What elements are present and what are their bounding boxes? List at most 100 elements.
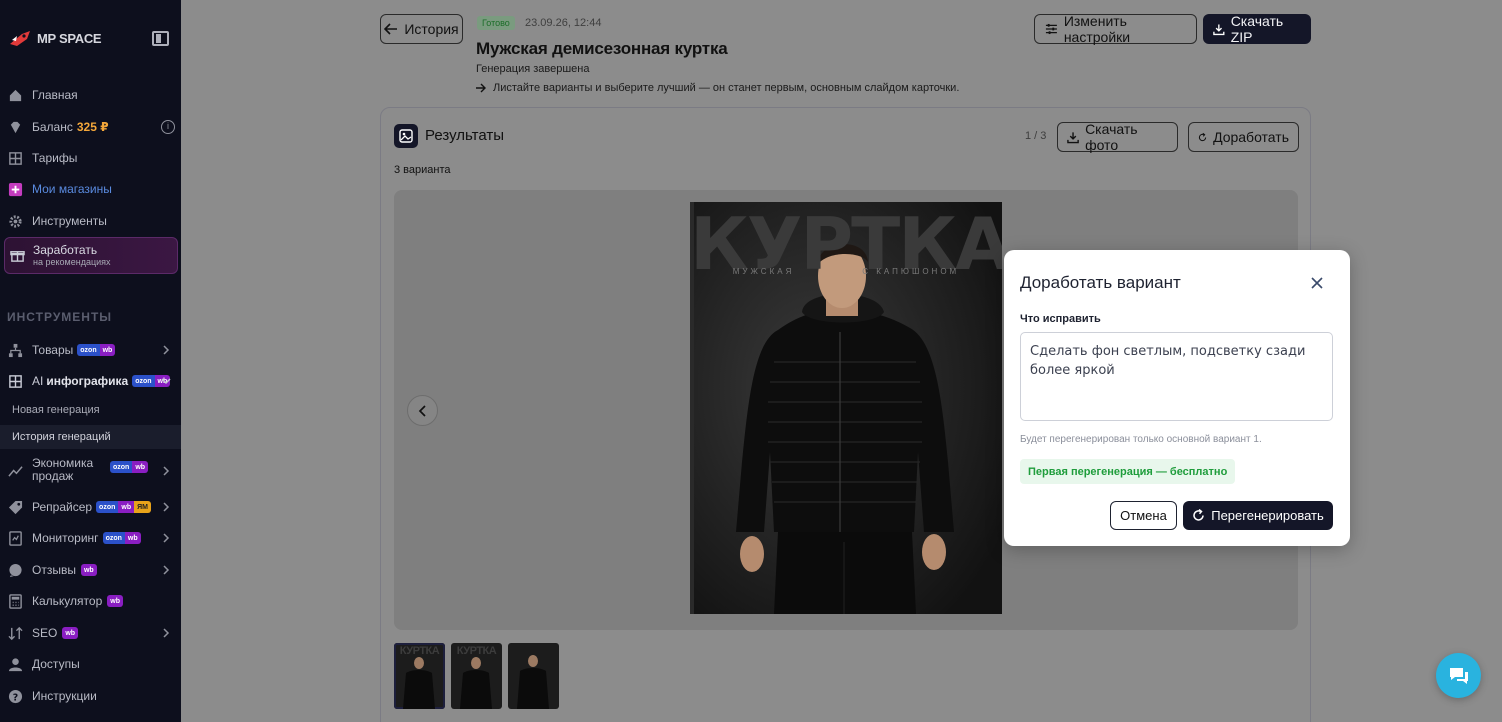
download-icon: [1067, 131, 1079, 143]
refresh-icon: [1193, 509, 1204, 521]
calculator-icon: [8, 593, 23, 609]
download-zip-button[interactable]: Скачать ZIP: [1203, 13, 1311, 45]
balance-value: 325 ₽: [76, 120, 109, 134]
hint-label: Листайте варианты и выберите лучший — он…: [493, 82, 960, 94]
thumbnail-strip: КУРТКА КУРТКА: [394, 643, 559, 709]
thumbnail-3[interactable]: [508, 643, 559, 709]
sidebar-item-goods[interactable]: Товары ozon wb: [0, 336, 181, 364]
sidebar: MP SPACE Главная Баланс 325 ₽ i Тарифы М…: [0, 0, 181, 722]
promo-earn-banner[interactable]: Заработать на рекомендациях: [4, 237, 178, 274]
chevron-right-icon: [163, 345, 170, 355]
home-icon: [8, 88, 23, 103]
change-settings-button[interactable]: Изменить настройки: [1034, 13, 1197, 45]
sidebar-item-home[interactable]: Главная: [0, 81, 181, 109]
chevron-right-icon: [163, 533, 170, 543]
arrow-right-icon: [476, 83, 486, 93]
promo-subtitle: на рекомендациях: [33, 256, 111, 267]
sidebar-item-economy[interactable]: Экономика продаж ozon wb: [0, 457, 181, 487]
regenerate-button[interactable]: Перегенерировать: [1183, 501, 1333, 530]
sidebar-item-label: Доступы: [32, 657, 80, 671]
rework-variant-modal: Доработать вариант Что исправить Сделать…: [1004, 250, 1350, 546]
gear-icon: [8, 214, 23, 229]
sidebar-item-label: Главная: [32, 88, 78, 102]
thumbnail-image: [517, 655, 549, 709]
sidebar-item-tools[interactable]: Инструменты: [0, 207, 181, 235]
promo-title: Заработать: [33, 242, 98, 257]
poster-subtitle: МУЖСКАЯ С КАПЮШОНОМ: [690, 267, 1002, 276]
poster-subtitle-right: С КАПЮШОНОМ: [862, 267, 960, 276]
free-regen-badge: Первая перегенерация — бесплатно: [1020, 459, 1236, 484]
sidebar-item-balance[interactable]: Баланс 325 ₽ i: [0, 113, 181, 141]
wb-badge: wb: [132, 461, 149, 473]
grid-icon: [8, 151, 23, 166]
ozon-badge: ozon: [110, 461, 133, 473]
rework-button[interactable]: Доработать: [1188, 122, 1299, 152]
ym-badge: ЯМ: [134, 501, 151, 513]
wb-badge: wb: [99, 344, 116, 356]
back-to-history-button[interactable]: История: [380, 14, 463, 44]
image-gallery-icon: [394, 124, 418, 148]
ozon-badge: ozon: [96, 501, 119, 513]
ai-prefix: AI: [32, 374, 44, 388]
timestamp: 23.09.26, 12:44: [525, 17, 602, 29]
what-to-fix-textarea[interactable]: Сделать фон светлым, подсветку сзади бол…: [1020, 332, 1333, 421]
collapse-sidebar-icon[interactable]: [152, 31, 169, 46]
download-photo-button[interactable]: Скачать фото: [1057, 121, 1178, 153]
grid-icon: [8, 374, 23, 389]
thumbnail-2[interactable]: КУРТКА: [451, 643, 502, 709]
close-icon[interactable]: [1309, 275, 1325, 291]
gift-icon: [10, 248, 25, 263]
logo[interactable]: MP SPACE: [8, 28, 102, 48]
chevron-down-icon: [161, 378, 171, 385]
info-icon[interactable]: i: [161, 120, 175, 134]
sidebar-item-repricer[interactable]: Репрайсер ozon wb ЯМ: [0, 493, 181, 521]
sidebar-item-label: Товары: [32, 343, 74, 357]
sidebar-item-access[interactable]: Доступы: [0, 650, 181, 678]
sidebar-item-label: Калькулятор: [32, 594, 103, 608]
regenerate-label: Перегенерировать: [1211, 508, 1324, 523]
sidebar-item-label: Мои магазины: [32, 182, 112, 196]
sidebar-item-tariffs[interactable]: Тарифы: [0, 144, 181, 172]
rework-label: Доработать: [1213, 129, 1289, 145]
chat-icon: [1449, 667, 1468, 684]
sidebar-item-seo[interactable]: SEO wb: [0, 619, 181, 647]
sidebar-subitem-new-generation[interactable]: Новая генерация: [0, 398, 181, 422]
sidebar-subitem-history[interactable]: История генераций: [0, 425, 181, 449]
sidebar-item-label: Экономика продаж: [32, 456, 94, 483]
sidebar-item-instructions[interactable]: ? Инструкции: [0, 682, 181, 710]
sidebar-item-label: Репрайсер: [32, 500, 93, 514]
diamond-icon: [8, 120, 23, 135]
chevron-right-icon: [163, 502, 170, 512]
thumbnail-1[interactable]: КУРТКА: [394, 643, 445, 709]
results-title: Результаты: [425, 127, 504, 144]
ozon-badge: ozon: [102, 532, 125, 544]
cancel-button[interactable]: Отмена: [1110, 501, 1177, 530]
chat-bubble-icon: [8, 563, 23, 578]
status-badge: Готово: [477, 16, 515, 30]
chevron-right-icon: [163, 565, 170, 575]
download-zip-label: Скачать ZIP: [1230, 13, 1284, 45]
sort-arrows-icon: [8, 626, 23, 641]
sidebar-item-label: инфографика: [46, 374, 129, 388]
support-chat-button[interactable]: [1436, 653, 1481, 698]
previous-slide-button[interactable]: [407, 395, 438, 426]
product-image: КУРТКА МУЖСКАЯ С КАПЮШОНОМ: [690, 202, 1002, 614]
sidebar-item-my-shops[interactable]: Мои магазины: [0, 175, 181, 203]
monitor-icon: [8, 530, 23, 546]
refresh-icon: [1198, 132, 1207, 141]
sidebar-item-reviews[interactable]: Отзывы wb: [0, 556, 181, 584]
sidebar-item-calculator[interactable]: Калькулятор wb: [0, 587, 181, 615]
back-button-label: История: [404, 21, 459, 37]
sidebar-item-ai-infographics[interactable]: AI инфографика ozon wb: [0, 367, 181, 395]
modal-title: Доработать вариант: [1020, 273, 1181, 292]
download-icon: [1213, 24, 1225, 35]
poster-subtitle-left: МУЖСКАЯ: [732, 267, 795, 276]
regen-note: Будет перегенерирован только основной ва…: [1020, 434, 1262, 445]
help-circle-icon: ?: [8, 689, 23, 704]
user-icon: [8, 657, 23, 672]
hint-text: Листайте варианты и выберите лучший — он…: [476, 82, 959, 94]
generation-status: Генерация завершена: [476, 63, 590, 75]
arrow-left-icon: [384, 23, 398, 35]
sidebar-item-label: Отзывы: [32, 563, 76, 577]
sidebar-item-monitoring[interactable]: Мониторинг ozon wb: [0, 524, 181, 552]
